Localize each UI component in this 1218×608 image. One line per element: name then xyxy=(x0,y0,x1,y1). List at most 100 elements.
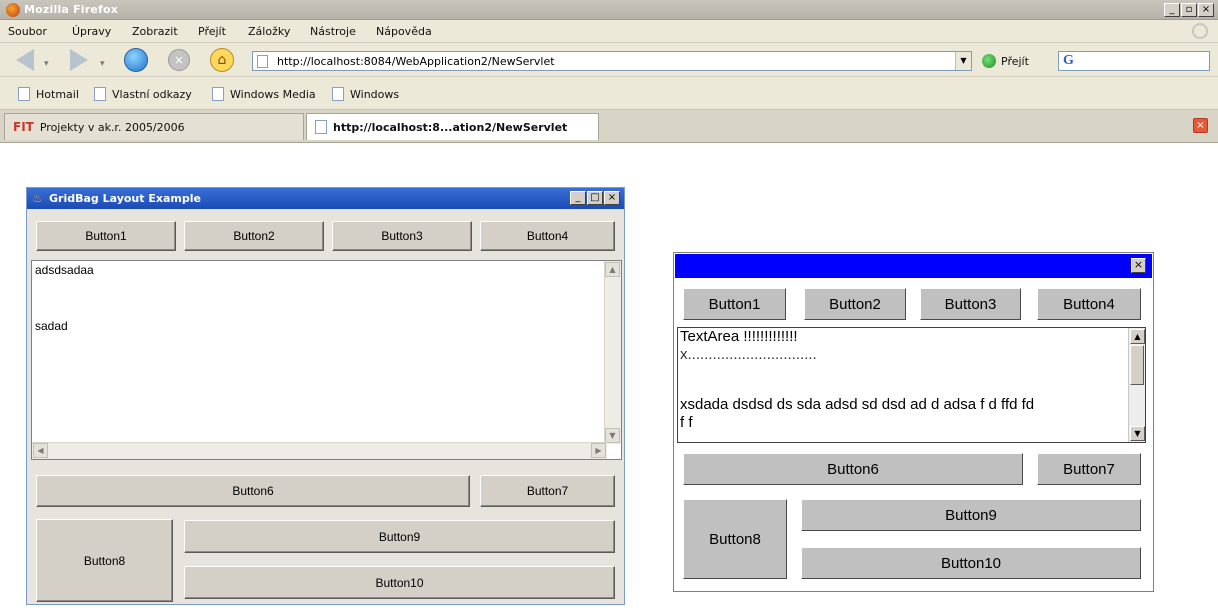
navigation-toolbar: ▾ ▾ × ⌂ http://localhost:8084/WebApplica… xyxy=(0,43,1218,77)
page-icon xyxy=(257,55,268,68)
search-input[interactable]: G xyxy=(1058,51,1210,71)
gridbag-text-area[interactable]: adsdsadaa sadad ▲ ▼ ◀ ▶ xyxy=(31,260,622,460)
scroll-down-icon[interactable]: ▼ xyxy=(1130,426,1145,441)
button10[interactable]: Button10 xyxy=(801,547,1141,579)
button2[interactable]: Button2 xyxy=(804,288,906,320)
horizontal-scrollbar[interactable]: ◀ ▶ xyxy=(32,442,607,459)
bookmark-label: Hotmail xyxy=(36,87,79,101)
gridbag-titlebar: ♨ GridBag Layout Example _ □ × xyxy=(27,188,624,209)
tab-projects[interactable]: FIT Projekty v ak.r. 2005/2006 xyxy=(4,113,304,140)
url-bar[interactable]: http://localhost:8084/WebApplication2/Ne… xyxy=(252,51,972,71)
text-line: TextArea !!!!!!!!!!!!! xyxy=(680,328,798,345)
page-icon xyxy=(212,87,224,101)
window-controls: _ ▫ × xyxy=(1164,3,1214,17)
tab-newservlet[interactable]: http://localhost:8...ation2/NewServlet xyxy=(306,113,599,140)
firefox-logo-icon xyxy=(6,3,20,17)
url-dropdown-icon[interactable]: ▼ xyxy=(955,52,971,70)
close-window-button[interactable]: × xyxy=(1198,3,1214,17)
google-search-icon: G xyxy=(1063,53,1074,68)
home-icon: ⌂ xyxy=(210,48,234,72)
applet2-close-button[interactable]: × xyxy=(1131,258,1146,273)
menu-go[interactable]: Přejít xyxy=(198,25,226,38)
button1[interactable]: Button1 xyxy=(683,288,786,320)
url-text[interactable]: http://localhost:8084/WebApplication2/Ne… xyxy=(277,55,555,68)
stop-icon: × xyxy=(168,49,190,71)
text-line: xsdada dsdsd ds sda adsd sd dsd ad d ads… xyxy=(680,396,1035,413)
bookmark-windows-media[interactable]: Windows Media xyxy=(212,87,316,101)
menu-edit[interactable]: Úpravy xyxy=(72,25,111,38)
scroll-down-icon[interactable]: ▼ xyxy=(605,428,620,443)
button4[interactable]: Button4 xyxy=(1037,288,1141,320)
fit-favicon-icon: FIT xyxy=(13,120,34,134)
button3[interactable]: Button3 xyxy=(920,288,1021,320)
button9[interactable]: Button9 xyxy=(801,499,1141,531)
menu-help[interactable]: Nápověda xyxy=(376,25,432,38)
minimize-button[interactable]: _ xyxy=(1164,3,1180,17)
button9[interactable]: Button9 xyxy=(184,520,615,553)
page-icon xyxy=(332,87,344,101)
menu-bookmarks[interactable]: Záložky xyxy=(248,25,290,38)
bookmark-hotmail[interactable]: Hotmail xyxy=(18,87,79,101)
button2[interactable]: Button2 xyxy=(184,221,324,251)
forward-button[interactable] xyxy=(70,49,94,71)
scroll-right-icon[interactable]: ▶ xyxy=(591,443,606,458)
menu-file[interactable]: Soubor xyxy=(8,25,47,38)
tab-label: Projekty v ak.r. 2005/2006 xyxy=(39,120,185,134)
forward-dropdown-icon[interactable]: ▾ xyxy=(100,59,105,69)
gridbag-window-controls: _ □ × xyxy=(570,191,620,205)
applet2-text-area[interactable]: TextArea !!!!!!!!!!!!! x................… xyxy=(677,327,1146,443)
tab-label: http://localhost:8...ation2/NewServlet xyxy=(333,120,568,134)
button8[interactable]: Button8 xyxy=(683,499,787,579)
scroll-left-icon[interactable]: ◀ xyxy=(33,443,48,458)
button3[interactable]: Button3 xyxy=(332,221,472,251)
vertical-scrollbar[interactable]: ▲ ▼ xyxy=(604,261,621,444)
go-icon[interactable] xyxy=(982,54,996,68)
stop-button[interactable]: × xyxy=(168,49,192,71)
back-dropdown-icon[interactable]: ▾ xyxy=(44,59,49,69)
scroll-up-icon[interactable]: ▲ xyxy=(605,262,620,277)
gridbag-close-button[interactable]: × xyxy=(604,191,620,205)
button7[interactable]: Button7 xyxy=(480,475,615,507)
menu-tools[interactable]: Nástroje xyxy=(310,25,356,38)
window-title: Mozilla Firefox xyxy=(24,3,119,16)
button8[interactable]: Button8 xyxy=(36,519,173,602)
restore-button[interactable]: ▫ xyxy=(1181,3,1197,17)
tab-strip: FIT Projekty v ak.r. 2005/2006 http://lo… xyxy=(0,110,1218,143)
text-line: adsdsadaa xyxy=(35,263,94,277)
reload-button[interactable] xyxy=(124,48,148,72)
bookmark-label: Windows Media xyxy=(230,87,316,101)
scroll-up-icon[interactable]: ▲ xyxy=(1130,329,1145,344)
text-line: f f xyxy=(680,414,693,431)
bookmark-windows[interactable]: Windows xyxy=(332,87,399,101)
go-button-label[interactable]: Přejít xyxy=(1001,55,1029,68)
page-icon xyxy=(315,120,327,134)
back-arrow-icon xyxy=(16,49,34,71)
menu-bar: Soubor Úpravy Zobrazit Přejít Záložky Ná… xyxy=(0,20,1218,43)
button4[interactable]: Button4 xyxy=(480,221,615,251)
bookmark-custom-links[interactable]: Vlastní odkazy xyxy=(94,87,192,101)
reload-icon xyxy=(124,48,148,72)
gridbag-title: GridBag Layout Example xyxy=(49,192,201,205)
button10[interactable]: Button10 xyxy=(184,566,615,599)
bookmarks-toolbar: Hotmail Vlastní odkazy Windows Media Win… xyxy=(0,77,1218,110)
home-button[interactable]: ⌂ xyxy=(210,48,234,72)
text-line: x............................... xyxy=(680,346,817,363)
back-button[interactable] xyxy=(16,49,40,71)
button6[interactable]: Button6 xyxy=(36,475,470,507)
gridbag-minimize-button[interactable]: _ xyxy=(570,191,586,205)
button1[interactable]: Button1 xyxy=(36,221,176,251)
menu-view[interactable]: Zobrazit xyxy=(132,25,178,38)
button6[interactable]: Button6 xyxy=(683,453,1023,485)
bookmark-label: Vlastní odkazy xyxy=(112,87,192,101)
gridbag-maximize-button[interactable]: □ xyxy=(587,191,603,205)
browser-titlebar: Mozilla Firefox _ ▫ × xyxy=(0,0,1218,20)
page-icon xyxy=(94,87,106,101)
button7[interactable]: Button7 xyxy=(1037,453,1141,485)
vertical-scrollbar[interactable]: ▲ ▼ xyxy=(1128,328,1145,442)
close-tab-button[interactable]: × xyxy=(1193,118,1208,133)
page-icon xyxy=(18,87,30,101)
applet2-titlebar: × xyxy=(675,254,1152,278)
scroll-thumb[interactable] xyxy=(1130,345,1144,385)
throbber-icon xyxy=(1192,23,1208,39)
applet-window-2: × Button1 Button2 Button3 Button4 TextAr… xyxy=(673,252,1154,592)
